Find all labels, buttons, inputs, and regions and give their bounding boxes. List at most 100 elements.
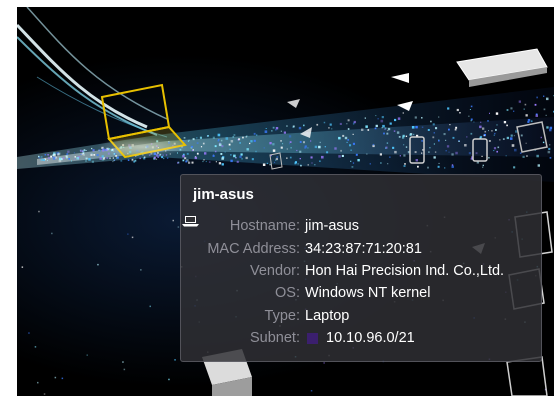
type-value-wrap: Laptop <box>182 216 350 324</box>
particle <box>513 135 515 137</box>
particle <box>386 132 389 135</box>
particle <box>438 140 440 142</box>
particle <box>271 130 273 132</box>
particle <box>67 150 70 153</box>
particle <box>488 156 490 159</box>
particle <box>299 150 302 153</box>
particle <box>183 137 186 139</box>
particle <box>212 154 215 157</box>
particle <box>66 153 69 155</box>
particle <box>449 124 451 126</box>
network-visualization-canvas[interactable]: jim-asus Hostname: jim-asus MAC Address:… <box>17 7 554 396</box>
particle <box>304 146 307 149</box>
particle <box>242 136 244 139</box>
particle <box>443 133 446 136</box>
particle <box>493 147 497 150</box>
particle <box>381 127 383 129</box>
particle <box>331 128 333 130</box>
particle <box>262 163 266 166</box>
particle <box>116 157 118 159</box>
particle <box>389 156 391 158</box>
particle <box>488 130 489 132</box>
particle <box>230 159 233 163</box>
particle <box>380 162 382 164</box>
particle <box>404 163 406 165</box>
particle <box>437 165 440 168</box>
particle <box>256 134 258 136</box>
particle <box>347 119 350 122</box>
particle <box>513 110 515 112</box>
particle <box>394 118 397 122</box>
particle <box>549 144 551 146</box>
particle <box>112 157 114 159</box>
particle <box>221 163 224 166</box>
particle <box>187 140 190 142</box>
particle <box>93 154 96 156</box>
particle <box>448 128 450 131</box>
particle <box>384 127 387 129</box>
particle <box>392 146 395 149</box>
particle <box>131 236 134 239</box>
particle <box>246 148 249 151</box>
particle <box>161 156 164 159</box>
particle <box>405 135 408 137</box>
subnet-value: 10.10.96.0/21 <box>326 330 415 347</box>
type-value: Laptop <box>305 307 350 324</box>
particle <box>186 152 189 155</box>
selected-laptop-node[interactable] <box>97 83 187 159</box>
particle <box>74 158 76 160</box>
particle <box>54 376 57 379</box>
particle <box>275 157 278 161</box>
particle <box>255 150 257 153</box>
flow-arrow-1 <box>391 73 409 83</box>
hostname-label: Hostname: <box>229 218 300 235</box>
particle <box>101 155 104 158</box>
particle <box>497 146 500 149</box>
particle <box>427 129 430 131</box>
particle <box>300 165 302 167</box>
particle <box>272 143 275 146</box>
particle <box>120 159 123 162</box>
device-router-top-right[interactable] <box>456 48 548 87</box>
particle <box>62 157 65 160</box>
particle <box>310 390 313 392</box>
particle <box>506 124 508 127</box>
particle <box>50 155 53 158</box>
particle <box>385 147 387 149</box>
particle <box>546 126 549 129</box>
particle <box>127 233 129 235</box>
particle <box>409 134 412 136</box>
particle <box>386 142 389 144</box>
particle <box>319 141 321 144</box>
particle <box>43 393 46 395</box>
row-os: OS: Windows NT kernel <box>181 282 541 304</box>
particle <box>488 140 491 142</box>
particle <box>191 161 194 164</box>
particle <box>71 160 72 162</box>
particle <box>518 100 521 103</box>
particle <box>473 121 475 123</box>
particle <box>364 117 366 119</box>
subnet-color-swatch <box>307 332 318 344</box>
particle <box>489 112 490 114</box>
particle <box>329 123 332 126</box>
particle <box>536 96 538 99</box>
particle <box>318 145 321 149</box>
particle <box>153 156 156 159</box>
particle <box>177 226 180 228</box>
particle <box>236 160 239 163</box>
particle <box>46 160 48 162</box>
device-bottom-box-2[interactable] <box>506 356 548 396</box>
particle <box>454 128 457 131</box>
particle <box>347 139 349 141</box>
particle <box>40 155 43 158</box>
particle <box>166 157 169 159</box>
particle <box>253 139 256 142</box>
particle <box>299 158 301 160</box>
particle <box>435 127 438 130</box>
particle <box>298 126 302 130</box>
particle <box>245 156 248 160</box>
particle <box>38 156 41 159</box>
particle <box>542 141 545 144</box>
particle <box>311 162 313 164</box>
